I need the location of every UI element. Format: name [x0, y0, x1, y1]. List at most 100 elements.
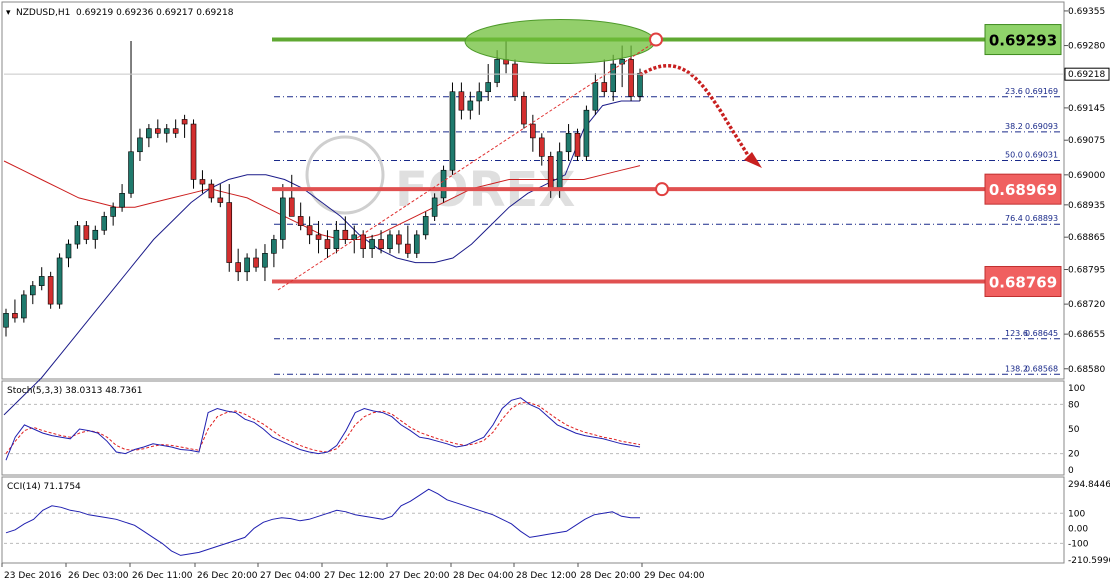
candle-body: [306, 225, 313, 236]
candle-body: [163, 128, 170, 134]
candle-body: [119, 193, 125, 208]
candle-body: [146, 128, 152, 139]
candle-body: [38, 276, 45, 286]
candle-body: [440, 169, 447, 199]
candle-body: [172, 128, 179, 134]
candle-body: [387, 234, 393, 250]
candle-body: [494, 59, 500, 83]
candle-body: [137, 137, 143, 153]
time-tick-label: 28 Dec 20:00: [580, 571, 641, 581]
candle-body: [458, 91, 465, 111]
candle-body: [226, 202, 233, 263]
candle-body: [378, 239, 384, 250]
time-tick-label: 26 Dec 20:00: [197, 571, 258, 581]
time-tick-label: 23 Dec 2016: [4, 571, 62, 581]
level-label-support-1: 0.68969: [989, 181, 1057, 199]
candle-body: [324, 239, 331, 250]
candle-body: [512, 63, 518, 97]
time-tick-label: 27 Dec 12:00: [324, 571, 385, 581]
time-tick-label: 27 Dec 20:00: [389, 571, 450, 581]
time-tick-label: 26 Dec 03:00: [68, 571, 129, 581]
time-tick-label: 28 Dec 04:00: [453, 571, 514, 581]
level-label-support-2: 0.68769: [989, 273, 1057, 291]
candle-body: [92, 229, 99, 240]
price-tick-label: 0.69145: [1068, 104, 1105, 114]
candle-body: [530, 123, 536, 139]
price-tick-label: 0.68580: [1068, 365, 1105, 375]
candle-body: [253, 257, 259, 268]
time-tick-label: 29 Dec 04:00: [644, 571, 705, 581]
candle-body: [422, 216, 429, 236]
candle-body: [83, 225, 90, 240]
candle-body: [110, 206, 116, 217]
price-tick-label: 0.69000: [1068, 171, 1105, 181]
candle-body: [74, 225, 81, 245]
price-tick-label: 0.68795: [1068, 265, 1105, 275]
candle-body: [262, 253, 268, 268]
candle-body: [208, 183, 215, 199]
fib-level-ratio: 38.2: [1005, 122, 1023, 131]
candle-body: [565, 132, 572, 153]
cci-title: CCI(14) 71.1754: [7, 482, 81, 492]
candle-body: [628, 59, 634, 97]
price-tick-label: 0.68935: [1068, 201, 1105, 211]
candle-body: [610, 63, 617, 93]
candle-body: [547, 156, 554, 189]
price-tick-label: 0.69075: [1068, 136, 1105, 146]
header-symbol-arrow: ▾: [6, 8, 11, 18]
stoch-tick-label: 100: [1068, 384, 1085, 394]
pivot-marker: [649, 32, 663, 47]
candle-body: [601, 82, 608, 93]
candle-body: [574, 132, 581, 157]
candle-body: [556, 151, 563, 189]
candle-body: [315, 234, 322, 240]
price-tick-label: 0.68865: [1068, 233, 1105, 243]
price-tick-label: 0.69355: [1068, 7, 1105, 17]
resistance-highlight-ellipse: [464, 19, 656, 65]
fib-level-value: 0.68645: [1025, 329, 1058, 338]
cci-tick-label: 100: [1068, 509, 1085, 519]
time-tick-label: 26 Dec 11:00: [132, 571, 193, 581]
candle-body: [431, 197, 438, 217]
candle-body: [413, 234, 420, 254]
candle-body: [271, 239, 277, 254]
stoch-title: Stoch(5,3,3) 38.0313 48.7361: [7, 386, 142, 396]
candle-body: [476, 91, 483, 102]
header-symbol: NZDUSD,H1: [16, 8, 70, 18]
candle-body: [217, 197, 224, 203]
candle-body: [538, 137, 545, 157]
candle-body: [235, 262, 241, 273]
candle-body: [592, 82, 599, 111]
header-ohlc: 0.69219 0.69236 0.69217 0.69218: [76, 8, 234, 18]
candle-body: [485, 82, 491, 93]
fib-level-value: 0.69031: [1025, 151, 1058, 160]
pivot-marker: [655, 182, 669, 197]
candle-body: [449, 91, 456, 171]
fib-level-value: 0.68893: [1025, 214, 1058, 223]
price-tick-label: 0.68720: [1068, 300, 1105, 310]
cci-tick-label: 294.8446: [1068, 480, 1110, 490]
candle-body: [155, 128, 161, 134]
candle-body: [351, 234, 358, 240]
cci-tick-label: -210.5996: [1068, 556, 1110, 566]
candle-body: [288, 197, 295, 217]
candle-body: [297, 216, 304, 226]
candle-body: [29, 285, 36, 296]
time-tick-label: 27 Dec 04:00: [260, 571, 321, 581]
level-label-resistance: 0.69293: [989, 32, 1057, 50]
candle-body: [65, 243, 72, 259]
candle-body: [280, 197, 286, 240]
price-tick-label: 0.68655: [1068, 330, 1105, 340]
candle-body: [3, 313, 9, 328]
candle-body: [521, 96, 527, 125]
candle-body: [21, 294, 27, 319]
chart-canvas: 23.6 0.6916938.2 0.6909350.0 0.6903176.4 0.6…: [1, 1, 1110, 581]
candle-body: [12, 313, 18, 319]
candle-body: [405, 243, 411, 254]
time-axis: 23 Dec 2016 26 Dec 03:00 26 Dec 11:00 26 De…: [1, 563, 705, 581]
fib-level-ratio: 50.0: [1005, 151, 1023, 160]
candle-body: [181, 119, 188, 125]
fib-level-value: 0.69169: [1025, 87, 1058, 96]
candle-body: [396, 234, 402, 245]
fib-level-ratio: 76.4: [1005, 214, 1023, 223]
